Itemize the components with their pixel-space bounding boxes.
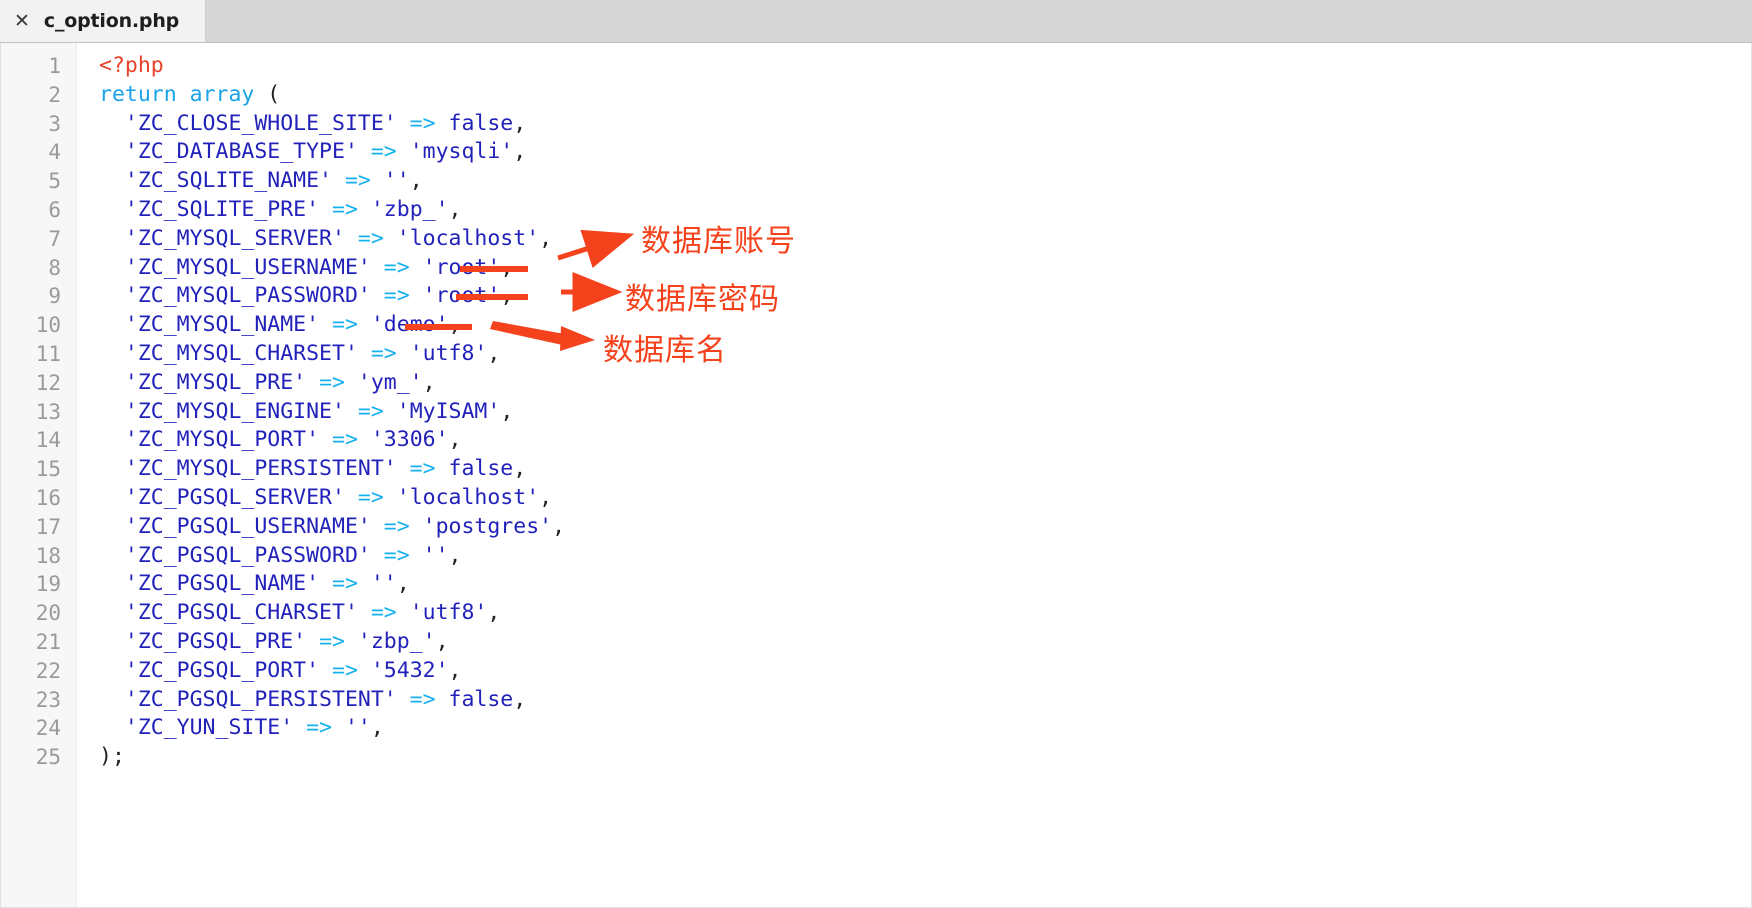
code-line[interactable]: 'ZC_PGSQL_PERSISTENT' => false, bbox=[99, 686, 1751, 715]
code-line[interactable]: 'ZC_PGSQL_NAME' => '', bbox=[99, 570, 1751, 599]
code-line[interactable]: 'ZC_SQLITE_NAME' => '', bbox=[99, 167, 1751, 196]
editor-tab-c-option-php[interactable]: ✕ c_option.php bbox=[0, 0, 207, 42]
line-number: 1 bbox=[48, 54, 61, 78]
config-value: 'root' bbox=[422, 283, 501, 309]
code-line[interactable]: 'ZC_PGSQL_PORT' => '5432', bbox=[99, 657, 1751, 686]
config-value: '3306' bbox=[370, 427, 449, 453]
config-value: 'root' bbox=[422, 254, 501, 280]
line-number: 15 bbox=[35, 457, 61, 482]
code-line[interactable]: ); bbox=[99, 743, 1751, 772]
config-value: '' bbox=[383, 168, 410, 194]
tab-bar: ✕ c_option.php bbox=[0, 0, 1752, 43]
config-value: 'utf8' bbox=[409, 340, 488, 366]
code-line[interactable]: 'ZC_MYSQL_NAME' => 'demo', bbox=[99, 311, 1751, 340]
line-number: 21 bbox=[35, 629, 61, 654]
config-value: 'demo' bbox=[370, 312, 449, 338]
config-value: 'zbp_' bbox=[370, 196, 449, 222]
code-line[interactable]: 'ZC_MYSQL_ENGINE' => 'MyISAM', bbox=[99, 398, 1751, 427]
config-value: 'zbp_' bbox=[357, 628, 436, 654]
line-number: 25 bbox=[35, 745, 61, 770]
line-number: 13 bbox=[35, 399, 61, 424]
code-line[interactable]: 'ZC_MYSQL_SERVER' => 'localhost', bbox=[99, 225, 1751, 254]
code-line[interactable]: 'ZC_PGSQL_CHARSET' => 'utf8', bbox=[99, 599, 1751, 628]
line-number: 22 bbox=[35, 658, 61, 683]
config-value: '' bbox=[370, 571, 397, 597]
line-number: 20 bbox=[35, 601, 61, 626]
line-number: 11 bbox=[35, 341, 61, 366]
line-number: 14 bbox=[35, 428, 61, 453]
code-line[interactable]: 'ZC_DATABASE_TYPE' => 'mysqli', bbox=[99, 138, 1751, 167]
line-number: 12 bbox=[35, 370, 61, 395]
line-number: 8 bbox=[48, 255, 61, 280]
tab-title: c_option.php bbox=[43, 10, 180, 32]
config-value: false bbox=[448, 456, 514, 482]
code-line[interactable]: 'ZC_CLOSE_WHOLE_SITE' => false, bbox=[99, 110, 1751, 139]
close-icon[interactable]: ✕ bbox=[14, 11, 30, 31]
config-value: false bbox=[448, 686, 514, 712]
code-line[interactable]: 'ZC_MYSQL_PERSISTENT' => false, bbox=[99, 455, 1751, 484]
code-line[interactable]: 'ZC_MYSQL_CHARSET' => 'utf8', bbox=[99, 340, 1751, 369]
line-number: 17 bbox=[35, 514, 61, 539]
config-value: 'localhost' bbox=[396, 225, 540, 251]
config-value: '' bbox=[422, 542, 449, 568]
line-number: 9 bbox=[48, 284, 61, 309]
line-number: 16 bbox=[35, 485, 61, 510]
config-value: 'localhost' bbox=[396, 484, 540, 510]
code-line[interactable]: 'ZC_PGSQL_PASSWORD' => '', bbox=[99, 542, 1751, 571]
line-number: 24 bbox=[35, 716, 61, 741]
line-number: 10 bbox=[35, 313, 61, 338]
code-content[interactable]: <?php return array ( 'ZC_CLOSE_WHOLE_SITE… bbox=[77, 43, 1751, 907]
code-line[interactable]: 'ZC_PGSQL_PRE' => 'zbp_', bbox=[99, 628, 1751, 657]
line-number: 7 bbox=[48, 226, 61, 251]
code-line[interactable]: 'ZC_PGSQL_USERNAME' => 'postgres', bbox=[99, 513, 1751, 542]
config-value: 'mysqli' bbox=[409, 139, 514, 165]
config-value: 'ym_' bbox=[357, 369, 423, 395]
code-line[interactable]: 'ZC_YUN_SITE' => '', bbox=[99, 714, 1751, 743]
config-value: '5432' bbox=[370, 657, 449, 683]
line-number: 18 bbox=[35, 543, 61, 568]
code-editor[interactable]: 1 2 3 4 5 6 7 8 9 10 11 12 13 14 15 16 17 18 19 20 21 22 23 24 2… bbox=[0, 43, 1752, 908]
code-line[interactable]: 'ZC_SQLITE_PRE' => 'zbp_', bbox=[99, 196, 1751, 225]
line-number: 2 bbox=[48, 82, 61, 107]
code-line[interactable]: 'ZC_PGSQL_SERVER' => 'localhost', bbox=[99, 484, 1751, 513]
line-number-gutter: 1 2 3 4 5 6 7 8 9 10 11 12 13 14 15 16 17 18 19 20 21 22 23 24 2… bbox=[1, 43, 77, 907]
line-number: 23 bbox=[35, 687, 61, 712]
line-number: 5 bbox=[48, 169, 61, 194]
config-value: false bbox=[448, 110, 514, 136]
config-value: '' bbox=[344, 715, 371, 741]
line-number: 3 bbox=[48, 111, 61, 136]
config-value: 'postgres' bbox=[422, 513, 553, 539]
code-line[interactable]: 'ZC_MYSQL_USERNAME' => 'root', bbox=[99, 254, 1751, 283]
code-line[interactable]: <?php bbox=[99, 52, 1751, 81]
code-line[interactable]: return array ( bbox=[99, 81, 1751, 110]
code-line[interactable]: 'ZC_MYSQL_PASSWORD' => 'root', bbox=[99, 282, 1751, 311]
line-number: 19 bbox=[35, 572, 61, 597]
code-line[interactable]: 'ZC_MYSQL_PRE' => 'ym_', bbox=[99, 369, 1751, 398]
line-number: 6 bbox=[48, 197, 61, 222]
line-number: 4 bbox=[48, 140, 61, 165]
code-line[interactable]: 'ZC_MYSQL_PORT' => '3306', bbox=[99, 426, 1751, 455]
config-value: 'MyISAM' bbox=[396, 398, 501, 424]
config-value: 'utf8' bbox=[409, 600, 488, 626]
